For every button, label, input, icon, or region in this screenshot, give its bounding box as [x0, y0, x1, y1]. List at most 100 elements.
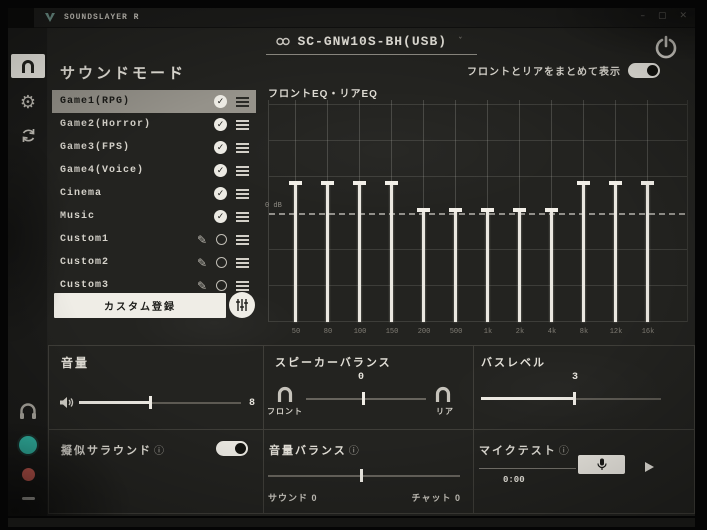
chat-side-label: チャット 0 [412, 491, 461, 504]
info-icon[interactable]: ⓘ [154, 446, 164, 457]
drag-handle-icon[interactable] [236, 235, 249, 245]
eq-band-handle[interactable] [353, 181, 366, 185]
info-icon[interactable]: ⓘ [349, 446, 359, 457]
eq-band-handle[interactable] [481, 208, 494, 212]
speaker-balance-track[interactable] [306, 398, 426, 400]
bass-level-handle[interactable] [573, 392, 576, 405]
sound-mode-item-label: Music [60, 211, 95, 222]
combined-display-toggle[interactable] [628, 63, 660, 78]
drag-handle-icon[interactable] [236, 258, 249, 268]
chat-label: チャット [412, 493, 452, 503]
app-window: SOUNDSLAYER R – ▢ ✕ SC-GNW10S-BH(USB) ˇ [8, 8, 695, 516]
eq-band-handle[interactable] [513, 208, 526, 212]
sound-mode-item-label: Game3(FPS) [60, 142, 130, 153]
drag-handle-icon[interactable] [236, 120, 249, 130]
minimize-button[interactable]: – [640, 11, 645, 21]
eq-title: フロントEQ・リアEQ [268, 85, 378, 100]
eq-band-handle[interactable] [609, 181, 622, 185]
volume-balance-label: 音量バランスⓘ [269, 442, 359, 458]
eq-band-handle[interactable] [289, 181, 302, 185]
refresh-button[interactable] [8, 127, 48, 144]
sound-mode-item[interactable]: Custom2 ✎ [52, 251, 256, 274]
headphone-indicator[interactable] [8, 402, 48, 420]
sidebar-item-device[interactable] [11, 54, 45, 78]
device-selector[interactable]: SC-GNW10S-BH(USB) ˇ [266, 32, 476, 55]
pencil-icon[interactable]: ✎ [197, 256, 207, 270]
sound-mode-item[interactable]: Game4(Voice) ✓ [52, 159, 256, 182]
chat-value: 0 [455, 493, 461, 503]
eq-band-handle[interactable] [545, 208, 558, 212]
eq-band-handle[interactable] [449, 208, 462, 212]
check-circle-icon: ✓ [214, 187, 227, 200]
volume-balance-track[interactable] [268, 475, 460, 477]
toggle-knob [235, 443, 246, 454]
mic-test-panel: マイクテストⓘ 0:00 [473, 429, 696, 515]
drag-handle-icon[interactable] [236, 97, 249, 107]
neck-speaker-icon [20, 59, 36, 73]
sound-mode-item-label: Custom3 [60, 280, 109, 291]
check-circle-icon: ✓ [214, 95, 227, 108]
eq-band: 80 [312, 100, 344, 322]
controls-grid: 音量 8 スピーカーバランス 0 フロント リア [48, 345, 695, 514]
eq-band-fill [518, 210, 521, 322]
sound-mode-list: Game1(RPG) ✓ Game2(Horror) ✓ Game3(FPS) … [52, 90, 256, 297]
eq-band-fill [422, 210, 425, 322]
sound-mode-item-label: Game2(Horror) [60, 119, 151, 130]
custom-register-label: カスタム登録 [104, 298, 176, 313]
custom-eq-button[interactable] [229, 292, 255, 318]
drag-handle-icon[interactable] [236, 143, 249, 153]
check-circle-icon: ✓ [214, 141, 227, 154]
pseudo-surround-toggle[interactable] [216, 441, 248, 456]
mic-test-label: マイクテストⓘ [479, 442, 569, 458]
eq-band-handle[interactable] [385, 181, 398, 185]
custom-register-button[interactable]: カスタム登録 [54, 293, 226, 318]
speaker-volume-icon [59, 396, 74, 409]
dash-indicator [22, 497, 35, 500]
eq-band: 500 [440, 100, 472, 322]
eq-band-handle[interactable] [321, 181, 334, 185]
volume-panel: 音量 8 [49, 346, 263, 429]
mic-record-button[interactable] [578, 455, 625, 474]
sound-mode-item[interactable]: Game2(Horror) ✓ [52, 113, 256, 136]
settings-button[interactable]: ⚙ [8, 92, 48, 112]
eq-band-freq-label: 500 [440, 328, 472, 336]
eq-plot: 0 dB 50 80 100 150 200 500 [268, 100, 688, 322]
eq-band-fill [550, 210, 553, 322]
volume-slider-handle[interactable] [149, 396, 152, 409]
sound-mode-item[interactable]: Cinema ✓ [52, 182, 256, 205]
sound-mode-item[interactable]: Game1(RPG) ✓ [52, 90, 256, 113]
eq-band-freq-label: 80 [312, 328, 344, 336]
eq-band-handle[interactable] [417, 208, 430, 212]
mic-test-track[interactable] [479, 468, 576, 469]
sound-mode-item[interactable]: Game3(FPS) ✓ [52, 136, 256, 159]
eq-sliders-icon [235, 298, 249, 312]
speaker-balance-panel: スピーカーバランス 0 フロント リア [263, 346, 473, 429]
drag-handle-icon[interactable] [236, 212, 249, 222]
speaker-balance-handle[interactable] [362, 392, 365, 405]
sound-mode-item[interactable]: Custom1 ✎ [52, 228, 256, 251]
eq-band-handle[interactable] [641, 181, 654, 185]
status-dot-red [22, 468, 35, 481]
eq-band-freq-label: 150 [376, 328, 408, 336]
pencil-icon[interactable]: ✎ [197, 279, 207, 293]
pencil-icon[interactable]: ✎ [197, 233, 207, 247]
radio-circle-icon[interactable] [216, 280, 227, 291]
eq-band-handle[interactable] [577, 181, 590, 185]
bass-level-label: バスレベル [481, 354, 546, 370]
maximize-button[interactable]: ▢ [658, 11, 667, 21]
radio-circle-icon[interactable] [216, 234, 227, 245]
radio-circle-icon[interactable] [216, 257, 227, 268]
play-icon[interactable] [645, 462, 654, 472]
close-button[interactable]: ✕ [679, 11, 687, 21]
info-icon[interactable]: ⓘ [559, 446, 569, 457]
sound-side-label: サウンド 0 [268, 491, 318, 504]
drag-handle-icon[interactable] [236, 166, 249, 176]
drag-handle-icon[interactable] [236, 281, 249, 291]
power-button[interactable] [654, 35, 678, 59]
drag-handle-icon[interactable] [236, 189, 249, 199]
pseudo-surround-text: 擬似サラウンド [61, 445, 152, 457]
eq-band-freq-label: 16k [632, 328, 664, 336]
sound-mode-item[interactable]: Music ✓ [52, 205, 256, 228]
volume-balance-handle[interactable] [360, 469, 363, 482]
eq-band: 2k [504, 100, 536, 322]
